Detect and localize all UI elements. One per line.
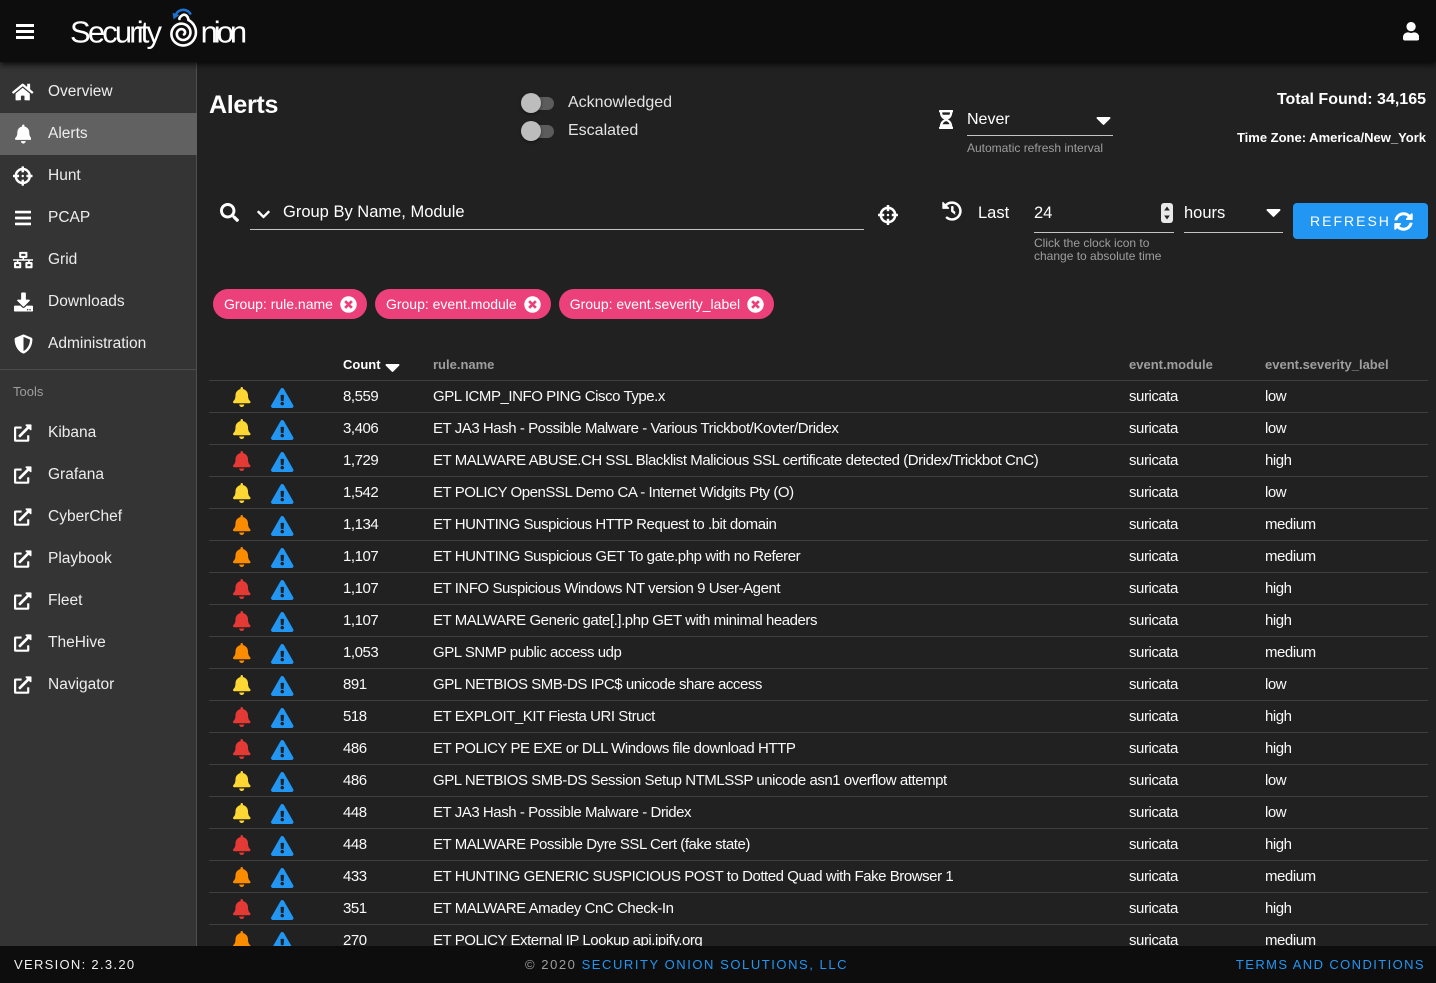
svg-text:nion: nion: [201, 15, 248, 50]
svg-text:Security: Security: [70, 15, 163, 50]
